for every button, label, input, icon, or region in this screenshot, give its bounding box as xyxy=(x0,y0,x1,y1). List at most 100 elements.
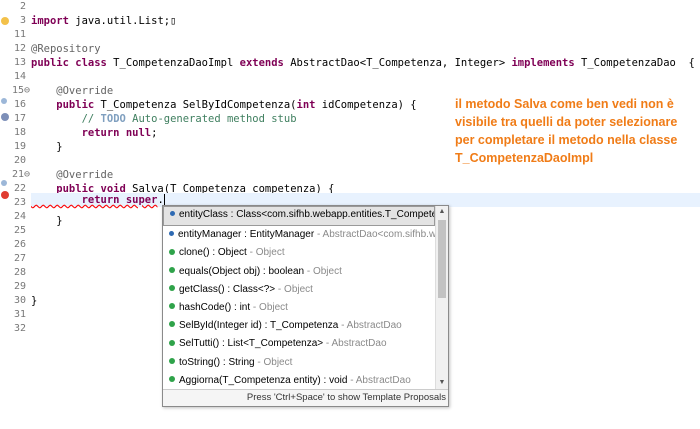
code-text: AbstractDao<T_Competenza, Integer> xyxy=(283,57,512,69)
line-number: 22 xyxy=(13,183,26,194)
error-marker-icon[interactable] xyxy=(1,191,9,199)
code-line-26: } xyxy=(31,214,62,228)
method-icon xyxy=(169,285,175,292)
proposal-name: toString() : String xyxy=(179,356,255,368)
line-number: 31 xyxy=(13,309,26,320)
scroll-down-icon[interactable]: ▼ xyxy=(436,377,448,389)
keyword: int xyxy=(296,99,316,111)
code-line-19: } xyxy=(31,140,63,154)
proposal-item[interactable]: getClass() : Class<?> - Object xyxy=(163,281,435,299)
proposal-detail: - AbstractDao xyxy=(338,320,402,332)
code-line-18: return null; xyxy=(31,126,158,140)
proposal-name: entityClass : Class<com.sifhb.webapp.ent… xyxy=(179,209,435,220)
annotation-ruler xyxy=(0,0,12,429)
line-number-gutter: 2 3 11 12 13 14 15⊖ 16 17 18 19 20 21⊖ 22 23 24 25 26 27 28… xyxy=(12,0,31,429)
proposal-detail: - AbstractDao xyxy=(347,374,411,386)
proposal-detail: - AbstractDao<com.sifhb.w xyxy=(314,229,435,241)
method-icon xyxy=(169,339,175,346)
proposal-detail: - Object xyxy=(304,265,342,277)
line-number: 11 xyxy=(13,29,26,40)
code-line-12: @Repository xyxy=(31,42,101,56)
proposal-item-selected[interactable]: entityClass : Class<com.sifhb.webapp.ent… xyxy=(163,206,435,227)
proposal-name: equals(Object obj) : boolean xyxy=(179,265,305,277)
field-icon xyxy=(169,231,174,237)
method-icon xyxy=(169,303,175,310)
line-number: 27 xyxy=(13,253,26,264)
annotation: @Override xyxy=(31,169,114,181)
line-number: 19 xyxy=(13,141,26,152)
code-line-3: import java.util.List;▯ xyxy=(31,14,176,28)
proposal-item[interactable]: clone() : Object - Object xyxy=(163,244,435,262)
line-number: 18 xyxy=(13,127,26,138)
code-line-17: // TODO Auto-generated method stub xyxy=(31,112,297,126)
line-number: 29 xyxy=(13,281,26,292)
line-number: 17 xyxy=(13,113,26,124)
scroll-up-icon[interactable]: ▲ xyxy=(436,206,448,218)
line-number: 21⊖ xyxy=(12,169,31,180)
annotation-note: il metodo Salva come ben vedi non è visi… xyxy=(455,97,678,165)
keyword: implements xyxy=(511,57,575,69)
code-text: java.util.List;▯ xyxy=(68,15,177,27)
proposal-item[interactable]: entityManager : EntityManager - Abstract… xyxy=(163,226,435,244)
code-text: } xyxy=(31,141,63,153)
keyword: public class xyxy=(31,57,107,69)
code-text: T_CompetenzaDaoImpl xyxy=(106,57,240,69)
proposal-name: hashCode() : int xyxy=(179,301,251,313)
proposal-name: clone() : Object xyxy=(179,247,247,259)
popup-scrollbar[interactable]: ▲ ▼ xyxy=(435,206,448,389)
annotation: @Repository xyxy=(31,43,101,55)
code-text: T_Competenza SelByIdCompetenza( xyxy=(94,99,297,111)
proposal-list[interactable]: entityClass : Class<com.sifhb.webapp.ent… xyxy=(163,206,435,389)
override-marker-icon-2[interactable] xyxy=(1,180,7,186)
proposal-item[interactable]: equals(Object obj) : boolean - Object xyxy=(163,263,435,281)
line-number: 23 xyxy=(13,197,26,208)
field-icon xyxy=(170,210,175,216)
method-icon xyxy=(169,376,175,383)
annotation: @Override xyxy=(31,85,114,97)
task-marker-icon[interactable] xyxy=(1,113,9,121)
code-text: idCompetenza) { xyxy=(315,99,417,111)
proposal-name: getClass() : Class<?> xyxy=(179,283,276,295)
code-line-15: @Override xyxy=(31,84,113,98)
line-number: 13 xyxy=(13,57,26,68)
todo-tag: TODO xyxy=(100,113,126,125)
keyword: import xyxy=(31,15,69,27)
line-number: 3 xyxy=(19,15,26,26)
proposal-name: SelTutti() : List<T_Competenza> xyxy=(179,338,324,350)
proposal-detail: - Object xyxy=(246,247,285,259)
method-icon xyxy=(169,266,175,273)
proposal-detail: - Object xyxy=(275,283,313,295)
line-number: 32 xyxy=(13,323,26,334)
override-marker-icon[interactable] xyxy=(1,98,7,104)
line-number: 2 xyxy=(19,1,26,12)
line-number: 26 xyxy=(13,239,26,250)
proposal-item[interactable]: hashCode() : int - Object xyxy=(163,299,435,317)
code-text: T_CompetenzaDao { xyxy=(574,57,695,69)
keyword: public xyxy=(31,99,95,111)
line-number: 20 xyxy=(13,155,26,166)
method-icon xyxy=(169,357,175,364)
proposal-item[interactable]: toString() : String - Object xyxy=(163,354,435,372)
proposal-item[interactable]: Aggiorna(T_Competenza entity) : void - A… xyxy=(163,372,435,389)
proposal-name: SelById(Integer id) : T_Competenza xyxy=(179,320,339,332)
keyword: return null xyxy=(31,127,152,139)
line-number: 15⊖ xyxy=(12,85,31,96)
code-text: ; xyxy=(151,127,158,139)
proposal-detail: - AbstractDao xyxy=(323,338,387,350)
method-icon xyxy=(169,248,175,255)
line-number: 14 xyxy=(13,71,26,82)
code-line-21: @Override xyxy=(31,168,113,182)
keyword: extends xyxy=(239,57,284,69)
line-number: 28 xyxy=(13,267,26,278)
warning-marker-icon[interactable] xyxy=(1,17,9,25)
proposal-item[interactable]: SelTutti() : List<T_Competenza> - Abstra… xyxy=(163,335,435,353)
scrollbar-thumb[interactable] xyxy=(438,220,446,298)
code-line-31: } xyxy=(31,294,37,308)
code-text: } xyxy=(31,295,38,307)
line-number: 24 xyxy=(13,211,26,222)
content-assist-popup[interactable]: entityClass : Class<com.sifhb.webapp.ent… xyxy=(162,205,449,407)
proposal-item[interactable]: SelById(Integer id) : T_Competenza - Abs… xyxy=(163,317,435,335)
comment: // xyxy=(31,113,101,125)
line-number: 25 xyxy=(13,225,26,236)
proposal-name: Aggiorna(T_Competenza entity) : void xyxy=(179,374,348,386)
